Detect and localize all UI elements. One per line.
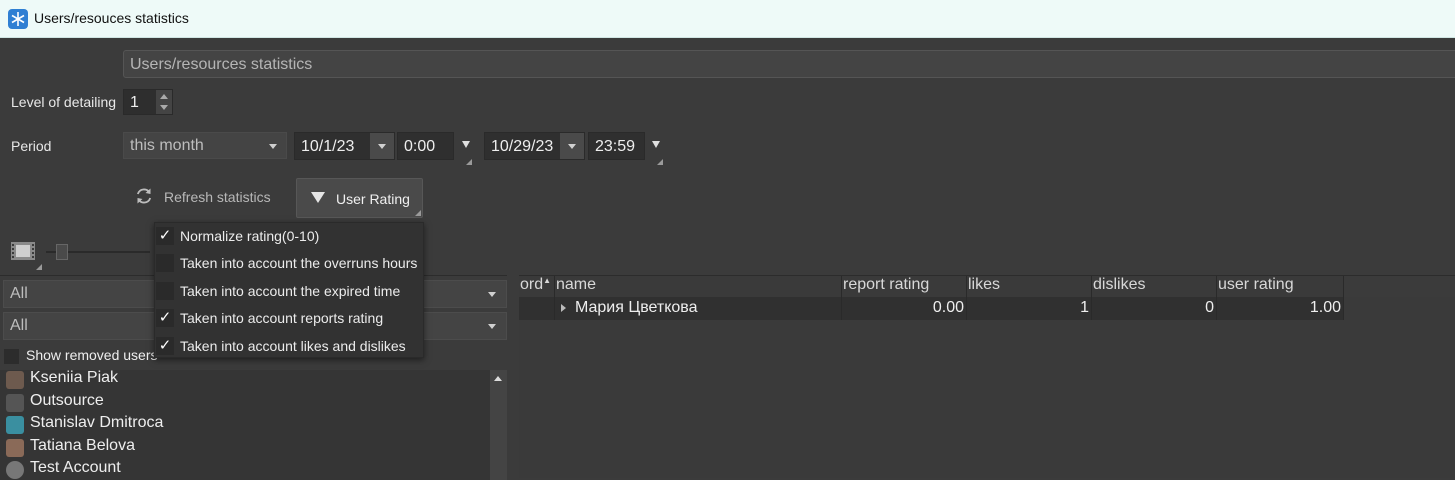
avatar <box>6 461 24 479</box>
user-name: Kseniia Piak <box>30 370 119 386</box>
start-date-picker-button[interactable] <box>370 133 394 159</box>
title-bar: Users/resouces statistics <box>0 0 1455 38</box>
film-icon[interactable] <box>10 241 36 261</box>
app-icon <box>8 9 28 29</box>
menu-item-expired-time[interactable]: Taken into account the expired time <box>155 278 425 305</box>
period-preset-value: this month <box>130 137 204 154</box>
avatar <box>6 371 24 389</box>
menu-item-label: Taken into account the overruns hours <box>180 255 418 271</box>
resize-corner-icon <box>466 159 472 165</box>
cell-name: Мария Цветкова <box>555 297 842 320</box>
user-name: Stanislav Dmitroca <box>30 414 164 431</box>
cell-report-rating: 0.00 <box>842 297 967 320</box>
column-header-dislikes[interactable]: dislikes <box>1092 276 1217 297</box>
end-date-picker-button[interactable] <box>560 133 584 159</box>
avatar <box>6 416 24 434</box>
zoom-slider-handle[interactable] <box>56 244 68 260</box>
checkbox-empty-icon <box>156 282 174 300</box>
user-rating-menu: ✓ Normalize rating(0-10) Taken into acco… <box>154 222 424 358</box>
show-removed-label: Show removed users <box>26 347 158 363</box>
cell-dislikes: 0 <box>1092 297 1217 320</box>
start-time-dropdown[interactable] <box>462 141 470 148</box>
user-rating-label: User Rating <box>336 191 410 207</box>
check-icon: ✓ <box>156 227 174 245</box>
list-item[interactable]: Tatiana Belova <box>0 436 490 458</box>
chevron-down-icon <box>488 292 496 297</box>
column-header-name[interactable]: name <box>555 276 842 297</box>
chevron-down-icon <box>378 144 386 149</box>
menu-item-label: Normalize rating(0-10) <box>180 228 320 244</box>
menu-item-label: Taken into account the expired time <box>180 283 401 299</box>
header-filler <box>1344 276 1455 297</box>
resize-corner-icon <box>657 159 663 165</box>
chevron-down-icon <box>488 324 496 329</box>
refresh-icon <box>136 188 152 204</box>
window-title: Users/resouces statistics <box>34 10 189 26</box>
end-date-field[interactable]: 10/29/23 <box>484 132 585 160</box>
end-time-value: 23:59 <box>595 138 636 155</box>
end-date-value: 10/29/23 <box>491 138 554 155</box>
refresh-statistics-label: Refresh statistics <box>164 189 271 205</box>
start-date-value: 10/1/23 <box>301 138 355 155</box>
end-time-field[interactable]: 23:59 <box>588 132 645 160</box>
cell-ord <box>519 297 555 320</box>
menu-item-normalize-rating[interactable]: ✓ Normalize rating(0-10) <box>155 223 425 250</box>
table-header: ord name report rating likes dislikes us… <box>519 276 1455 297</box>
column-header-user-rating[interactable]: user rating <box>1217 276 1344 297</box>
resize-corner-icon <box>36 264 42 270</box>
period-preset-select[interactable]: this month <box>123 132 287 159</box>
avatar <box>6 439 24 457</box>
user-list[interactable]: Kseniia Piak Outsource Stanislav Dmitroc… <box>0 370 490 480</box>
cell-likes: 1 <box>967 297 1092 320</box>
statistics-table: ord name report rating likes dislikes us… <box>519 275 1455 478</box>
level-spinbox[interactable]: 1 <box>123 89 173 115</box>
cell-user-rating: 1.00 <box>1217 297 1344 320</box>
checkbox-empty-icon <box>156 254 174 272</box>
level-spin-buttons[interactable] <box>156 90 172 114</box>
list-item[interactable]: Kseniia Piak <box>0 370 490 390</box>
column-header-ord[interactable]: ord <box>519 276 555 297</box>
user-name: Test Account <box>30 459 121 476</box>
check-icon: ✓ <box>156 337 174 355</box>
check-icon: ✓ <box>156 309 174 327</box>
triangle-down-icon <box>311 192 325 203</box>
start-time-value: 0:00 <box>404 138 436 155</box>
list-item[interactable]: Stanislav Dmitroca <box>0 413 490 435</box>
report-name-field[interactable]: Users/resources statistics <box>123 50 1455 78</box>
chevron-down-icon <box>568 144 576 149</box>
start-date-field[interactable]: 10/1/23 <box>294 132 395 160</box>
chevron-down-icon <box>269 144 277 149</box>
spin-up-icon[interactable] <box>160 94 168 99</box>
menu-item-label: Taken into account likes and dislikes <box>180 338 406 354</box>
column-header-report-rating[interactable]: report rating <box>842 276 967 297</box>
table-empty-area <box>519 320 1455 478</box>
chevron-down-icon <box>652 141 660 148</box>
column-header-likes[interactable]: likes <box>967 276 1092 297</box>
scroll-up-icon[interactable] <box>494 376 502 381</box>
menu-item-label: Taken into account reports rating <box>180 310 384 326</box>
user-name: Outsource <box>30 392 104 409</box>
show-removed-checkbox[interactable] <box>4 349 19 364</box>
refresh-statistics-button[interactable]: Refresh statistics <box>128 181 288 213</box>
filter-1-value: All <box>10 285 28 302</box>
list-item[interactable]: Outsource <box>0 391 490 413</box>
user-rating-button[interactable]: User Rating <box>296 178 423 218</box>
menu-item-likes-dislikes[interactable]: ✓ Taken into account likes and dislikes <box>155 333 425 360</box>
avatar <box>6 394 24 412</box>
chevron-down-icon <box>462 141 470 148</box>
resize-corner-icon <box>415 210 421 216</box>
level-label: Level of detailing <box>11 94 117 110</box>
end-time-dropdown[interactable] <box>652 141 660 148</box>
user-list-scrollbar[interactable] <box>490 370 507 480</box>
table-row[interactable]: Мария Цветкова 0.00 1 0 1.00 <box>519 297 1344 320</box>
menu-item-overruns-hours[interactable]: Taken into account the overruns hours <box>155 250 425 277</box>
menu-item-reports-rating[interactable]: ✓ Taken into account reports rating <box>155 305 425 332</box>
spin-down-icon[interactable] <box>160 105 168 110</box>
period-label: Period <box>11 138 52 154</box>
user-name: Tatiana Belova <box>30 437 135 454</box>
filter-2-value: All <box>10 317 28 334</box>
level-value: 1 <box>130 94 139 111</box>
start-time-field[interactable]: 0:00 <box>397 132 454 160</box>
